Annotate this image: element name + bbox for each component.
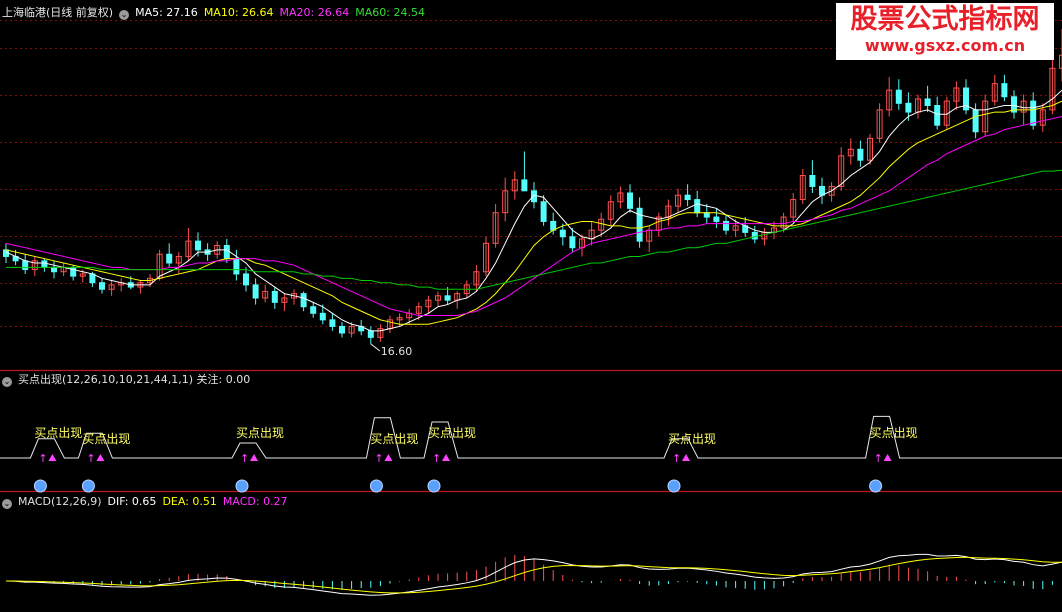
- signal-triangle-icon: [384, 454, 393, 461]
- ma10-value: MA10: 26.64: [203, 6, 274, 19]
- ma60-value: MA60: 24.54: [355, 6, 425, 19]
- signal-up-arrow: ↑: [432, 452, 441, 465]
- signal-triangle-icon: [883, 454, 892, 461]
- signal-header: ⌄ 买点出现(12,26,10,10,21,44,1,1) 关注: 0.00: [2, 373, 256, 387]
- candle-body: [99, 282, 105, 290]
- candle-body: [809, 175, 816, 187]
- candle-body: [223, 245, 230, 260]
- candle-body: [367, 330, 374, 338]
- low-price-marker: 16.60: [370, 343, 413, 358]
- signal-up-arrow: ↑: [672, 452, 681, 465]
- signal-up-arrow: ↑: [38, 452, 47, 465]
- candle-body: [703, 212, 710, 218]
- kline-header: 上海临港(日线 前复权) ⌄ MA5: 27.16 MA10: 26.64 MA20: …: [2, 6, 431, 20]
- candle-body: [627, 192, 633, 209]
- signal-ball-icon: [33, 479, 47, 493]
- signal-label: 买点出现: [236, 426, 284, 440]
- candle-body: [905, 102, 912, 113]
- candle-body: [569, 236, 576, 249]
- candle-body: [243, 273, 249, 286]
- signal-up-arrow: ↑: [374, 452, 383, 465]
- candle-body: [195, 240, 201, 251]
- ma-line-ma10: [5, 100, 1062, 325]
- signal-ball-icon: [667, 479, 681, 493]
- candle-body: [924, 98, 931, 106]
- ma-line-ma20: [5, 115, 1062, 316]
- signal-up-arrow: ↑: [86, 452, 95, 465]
- candle-body: [857, 148, 864, 161]
- ma20-value: MA20: 26.64: [279, 6, 350, 19]
- signal-ball-icon: [869, 479, 883, 493]
- candle-body: [531, 190, 537, 203]
- candle-body: [444, 295, 451, 301]
- low-marker-line: [370, 343, 381, 352]
- candle-body: [694, 199, 701, 214]
- candle-body: [166, 253, 173, 264]
- signal-label: 买点出现: [34, 426, 82, 440]
- watermark-url: www.gsxz.com.cn: [864, 36, 1026, 55]
- macd-indicator-name[interactable]: MACD(12,26,9): [18, 495, 102, 508]
- signal-ball-icon: [427, 479, 441, 493]
- candle-body: [684, 194, 691, 201]
- candle-body: [521, 179, 528, 192]
- signal-indicator-name[interactable]: 买点出现(12,26,10,10,21,44,1,1) 关注: 0.00: [18, 373, 250, 386]
- chevron-down-icon[interactable]: ⌄: [2, 377, 12, 387]
- signal-label: 买点出现: [82, 432, 130, 446]
- candle-body: [713, 216, 720, 222]
- signal-triangle-icon: [682, 454, 690, 461]
- candle-body: [329, 319, 336, 327]
- candle-body: [300, 293, 307, 308]
- candle-body: [1001, 83, 1008, 98]
- watermark-title: 股票公式指标网: [850, 4, 1040, 35]
- signal-label: 买点出现: [428, 426, 476, 440]
- signal-ball-icon: [81, 479, 95, 493]
- macd-bar-value: MACD: 0.27: [222, 495, 288, 508]
- ma5-value: MA5: 27.16: [135, 6, 198, 19]
- candle-body: [1030, 100, 1037, 126]
- ma-line-ma5: [5, 89, 1062, 332]
- candle-body: [319, 312, 326, 321]
- candle-body: [636, 207, 643, 242]
- macd-header: ⌄ MACD(12,26,9) DIF: 0.65 DEA: 0.51 MACD: 0.…: [2, 495, 294, 509]
- candle-body: [895, 89, 902, 104]
- signal-triangle-icon: [250, 454, 258, 461]
- candle-body: [934, 105, 941, 126]
- candlestick-series: [3, 28, 1062, 344]
- chevron-down-icon[interactable]: ⌄: [119, 10, 130, 20]
- watermark-logo: 股票公式指标网 www.gsxz.com.cn: [836, 3, 1054, 60]
- signal-up-arrow: ↑: [874, 452, 883, 465]
- signal-label: 买点出现: [370, 432, 418, 446]
- candle-body: [233, 258, 240, 275]
- signal-panel: 买点出现 ↑ 买点出现 ↑ 买点出现 ↑ 买点出现 ↑ 买点出现 ↑ 买点出现 ↑ 买点出现 ↑: [0, 415, 1062, 493]
- candle-body: [22, 260, 29, 271]
- candle-body: [339, 325, 345, 334]
- low-price-label: 16.60: [381, 345, 413, 358]
- candle-body: [972, 109, 979, 133]
- candle-body: [310, 306, 317, 314]
- signal-ball-icon: [369, 479, 383, 493]
- chevron-down-icon[interactable]: ⌄: [2, 499, 12, 509]
- signal-up-arrow: ↑: [240, 452, 249, 465]
- candle-body: [540, 201, 547, 222]
- candle-body: [41, 260, 48, 268]
- signal-label: 买点出现: [870, 426, 918, 440]
- moving-average-lines: [5, 89, 1062, 332]
- signal-triangle-icon: [48, 454, 57, 461]
- signal-ball-icon: [235, 479, 249, 493]
- macd-dif-value: DIF: 0.65: [107, 495, 157, 508]
- candle-body: [271, 290, 278, 303]
- candle-body: [51, 266, 57, 273]
- macd-panel: [5, 553, 1062, 596]
- candle-body: [252, 284, 259, 299]
- signal-triangle-icon: [96, 454, 105, 461]
- stock-name[interactable]: 上海临港(日线 前复权): [2, 6, 113, 19]
- macd-dea-value: DEA: 0.51: [162, 495, 217, 508]
- signal-label: 买点出现: [668, 432, 716, 446]
- candle-body: [723, 220, 729, 231]
- candle-body: [559, 229, 566, 238]
- signal-triangle-icon: [442, 454, 450, 461]
- candle-body: [751, 231, 758, 240]
- stock-chart-canvas[interactable]: 16.60 买点出现↑买点出现↑买点出现↑买点出现↑买点出现↑买点出现↑买点出现…: [0, 0, 1062, 612]
